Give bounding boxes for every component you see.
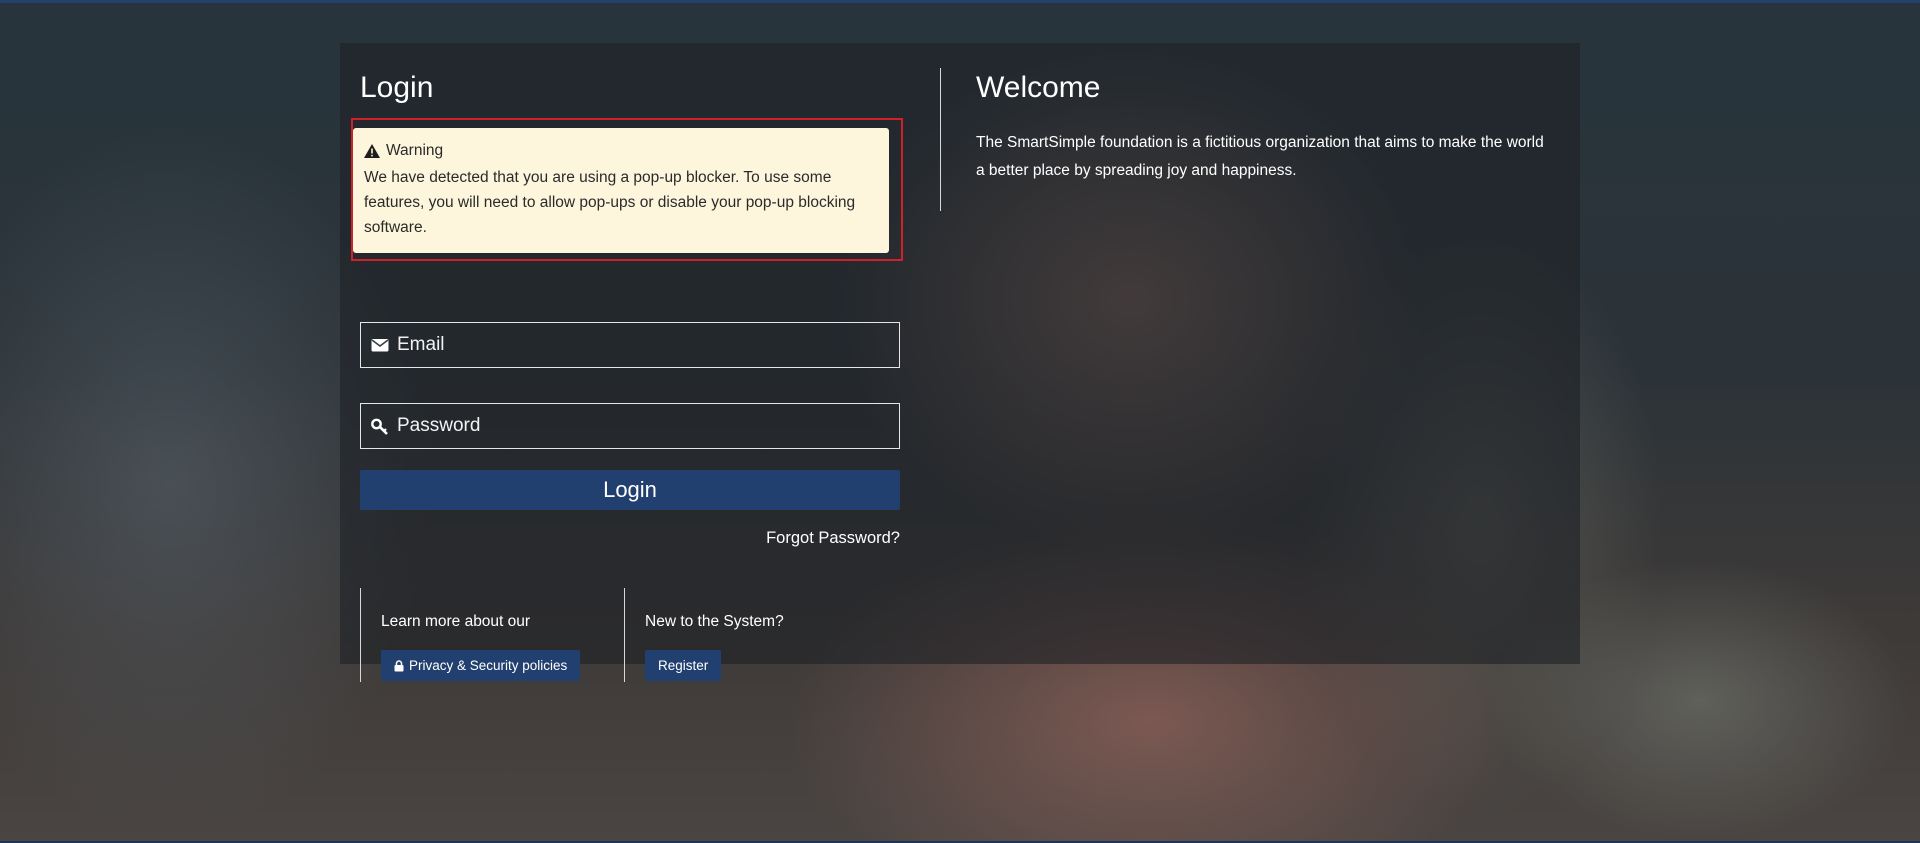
lock-icon xyxy=(394,659,404,671)
new-user-label: New to the System? xyxy=(645,613,784,630)
login-title: Login xyxy=(360,71,434,104)
login-button[interactable]: Login xyxy=(360,470,900,510)
warning-message: We have detected that you are using a po… xyxy=(364,169,856,236)
welcome-text: The SmartSimple foundation is a fictitio… xyxy=(976,134,1544,179)
password-input[interactable] xyxy=(395,414,879,438)
warning-heading: Warning xyxy=(386,142,444,159)
warning-highlight: Warning We have detected that you are us… xyxy=(351,118,903,261)
login-section: Login Warning We have detected that you … xyxy=(351,68,903,682)
register-button[interactable]: Register xyxy=(645,650,722,681)
warning-triangle-icon xyxy=(364,143,380,158)
welcome-section: Welcome The SmartSimple foundation is a … xyxy=(976,68,1546,185)
privacy-policies-button[interactable]: Privacy & Security policies xyxy=(381,650,581,681)
popup-warning: Warning We have detected that you are us… xyxy=(353,128,889,253)
register-section: New to the System? Register xyxy=(624,588,900,682)
email-field[interactable] xyxy=(360,322,900,368)
envelope-icon xyxy=(371,339,389,352)
column-divider xyxy=(940,68,941,211)
welcome-title: Welcome xyxy=(976,71,1101,104)
email-input[interactable] xyxy=(395,333,879,357)
privacy-button-label: Privacy & Security policies xyxy=(409,658,568,673)
forgot-password-link[interactable]: Forgot Password? xyxy=(766,529,900,548)
learn-more-label: Learn more about our xyxy=(381,613,531,630)
password-field[interactable] xyxy=(360,403,900,449)
warning-header: Warning xyxy=(364,138,878,163)
key-icon xyxy=(371,418,388,435)
top-accent-bar xyxy=(0,0,1920,3)
privacy-section: Learn more about our Privacy & Security … xyxy=(360,588,624,682)
login-panel: Login Warning We have detected that you … xyxy=(340,43,1580,682)
